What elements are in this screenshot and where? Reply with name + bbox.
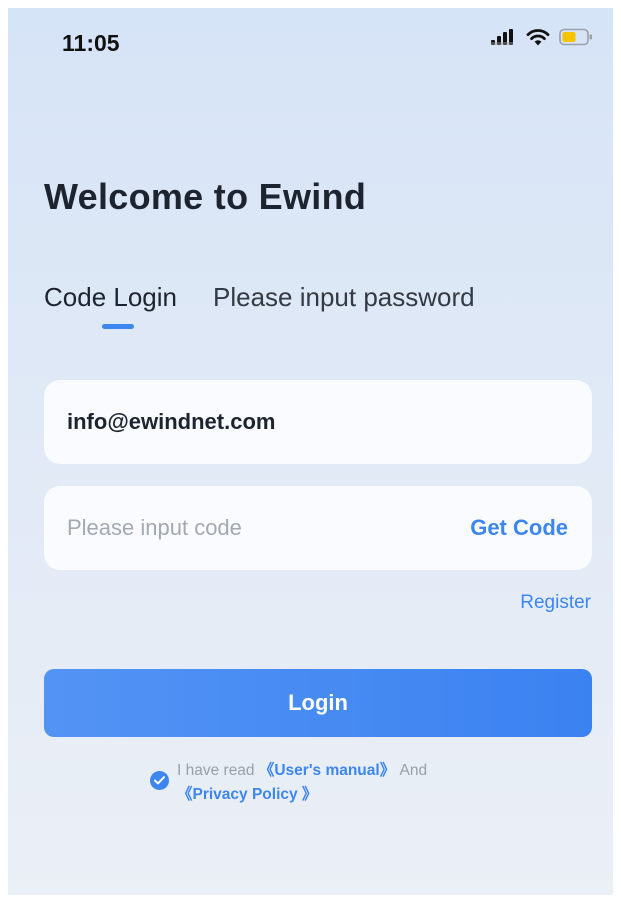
wifi-icon (526, 29, 550, 46)
code-input[interactable] (67, 515, 367, 541)
agreement-text: I have read 《User's manual》 And 《Privacy … (177, 759, 427, 807)
battery-low-icon (559, 28, 592, 46)
login-tabs: Code Login Please input password (44, 282, 475, 329)
active-tab-indicator (102, 324, 134, 329)
status-time: 11:05 (62, 30, 120, 56)
email-value[interactable]: info@ewindnet.com (67, 409, 275, 435)
code-field[interactable]: Get Code (44, 486, 592, 570)
app-screen: 11:05 Welcome to Ewind Code Login Please… (8, 8, 613, 895)
email-field[interactable]: info@ewindnet.com (44, 380, 592, 464)
login-button[interactable]: Login (44, 669, 592, 737)
tab-code-login[interactable]: Code Login (44, 282, 177, 329)
agree-checkbox[interactable] (150, 771, 169, 790)
page-title: Welcome to Ewind (44, 176, 367, 217)
tab-password-login-label: Please input password (213, 282, 475, 312)
tab-code-login-label: Code Login (44, 282, 177, 312)
user-manual-link[interactable]: 《User's manual》 (259, 762, 395, 779)
signal-bars-icon (491, 29, 513, 45)
status-icons (491, 28, 593, 46)
check-circle-icon (154, 776, 165, 785)
agreement-conjunction: And (395, 762, 428, 779)
tab-password-login[interactable]: Please input password (213, 282, 475, 313)
get-code-button[interactable]: Get Code (470, 515, 568, 541)
agreement-prefix: I have read (177, 762, 259, 779)
register-link[interactable]: Register (520, 592, 591, 614)
privacy-policy-link[interactable]: 《Privacy Policy 》 (177, 786, 317, 803)
